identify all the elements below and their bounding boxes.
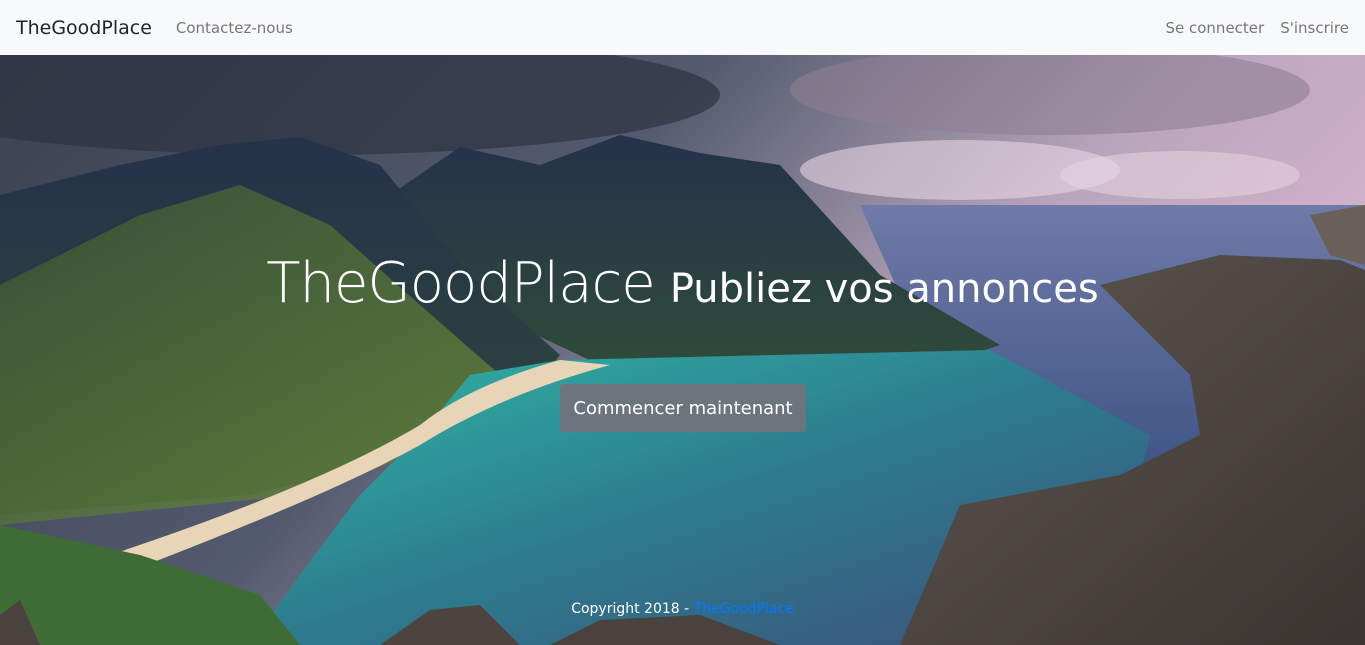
navbar: TheGoodPlace Contactez-nous Se connecter… (0, 0, 1365, 55)
navbar-brand[interactable]: TheGoodPlace (16, 17, 152, 39)
hero-tagline: Publiez vos annonces (669, 266, 1099, 312)
footer-copyright: Copyright 2018 - (571, 601, 690, 617)
hero-background-image (0, 55, 1365, 645)
hero-section: TheGoodPlace Publiez vos annonces Commen… (0, 55, 1365, 645)
nav-link-login[interactable]: Se connecter (1165, 19, 1264, 37)
nav-link-contact[interactable]: Contactez-nous (176, 19, 293, 37)
footer: Copyright 2018 - TheGoodPlace (0, 601, 1365, 617)
hero-headline: TheGoodPlace Publiez vos annonces (0, 251, 1365, 316)
footer-brand-link[interactable]: TheGoodPlace (694, 601, 794, 617)
nav-link-signup[interactable]: S'inscrire (1280, 19, 1349, 37)
hero-brand: TheGoodPlace (266, 251, 656, 316)
nav-right: Se connecter S'inscrire (1165, 19, 1349, 37)
start-now-button[interactable]: Commencer maintenant (560, 384, 806, 432)
